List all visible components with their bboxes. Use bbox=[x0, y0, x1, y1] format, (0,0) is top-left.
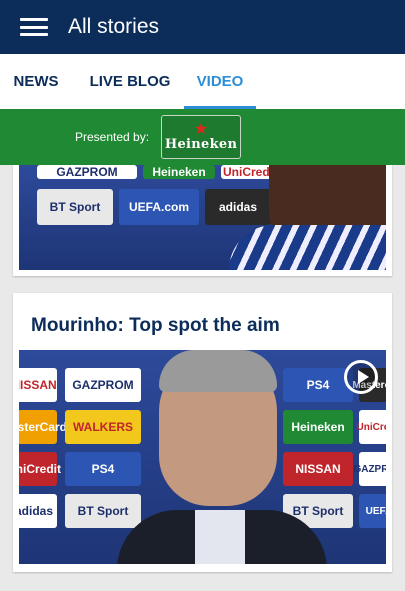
board-tile: BT Sport bbox=[37, 189, 113, 225]
interviewee-shirt bbox=[195, 510, 245, 564]
board-tile: PS4 bbox=[65, 452, 141, 486]
video-title[interactable]: Mourinho: Top spot the aim bbox=[31, 315, 280, 337]
board-tile: adidas bbox=[205, 189, 271, 225]
board-tile: GAZPROM bbox=[353, 452, 386, 486]
board-tile: GAZPROM bbox=[65, 368, 141, 402]
interviewee-hair bbox=[159, 350, 277, 392]
interviewee-shirt bbox=[229, 225, 386, 270]
tab-bar: NEWS LIVE BLOG VIDEO bbox=[0, 54, 405, 109]
page-title: All stories bbox=[68, 15, 160, 38]
video-card[interactable]: GAZPROM Heineken UniCredit BT Sport UEFA… bbox=[13, 165, 392, 276]
board-tile: UEFA.com bbox=[119, 189, 199, 225]
board-tile: MasterCard bbox=[19, 410, 67, 444]
sponsor-banner: Presented by: ★ Heineken bbox=[0, 109, 405, 165]
board-tile: NISSAN bbox=[19, 368, 57, 402]
board-tile: NISSAN bbox=[283, 452, 353, 486]
video-thumbnail[interactable]: GAZPROM Heineken UniCredit BT Sport UEFA… bbox=[19, 165, 386, 270]
board-tile: Heineken bbox=[143, 165, 215, 179]
board-tile: WALKERS bbox=[65, 410, 141, 444]
video-card[interactable]: Mourinho: Top spot the aim NISSAN GAZPRO… bbox=[13, 293, 392, 572]
board-tile: adidas bbox=[19, 494, 57, 528]
heineken-logo[interactable]: ★ Heineken bbox=[161, 115, 242, 159]
board-tile: UniCredit bbox=[19, 452, 61, 486]
tab-live-blog[interactable]: LIVE BLOG bbox=[76, 54, 184, 109]
board-tile: BT Sport bbox=[65, 494, 141, 528]
hamburger-menu-icon[interactable] bbox=[0, 0, 68, 54]
app-bar: All stories bbox=[0, 0, 405, 54]
board-tile: UniCredit bbox=[357, 410, 386, 444]
video-thumbnail[interactable]: NISSAN GAZPROM MasterCard WALKERS UniCre… bbox=[19, 350, 386, 564]
star-icon: ★ bbox=[193, 120, 209, 138]
board-tile: GAZPROM bbox=[37, 165, 137, 179]
sponsor-brand: Heineken bbox=[164, 136, 238, 152]
tab-video[interactable]: VIDEO bbox=[184, 54, 256, 109]
board-tile: PS4 bbox=[283, 368, 353, 402]
board-tile: UEFA bbox=[359, 494, 386, 528]
tab-news[interactable]: NEWS bbox=[0, 54, 72, 109]
play-icon[interactable] bbox=[344, 360, 378, 394]
sponsor-label: Presented by: bbox=[75, 130, 150, 144]
board-tile: Heineken bbox=[283, 410, 353, 444]
